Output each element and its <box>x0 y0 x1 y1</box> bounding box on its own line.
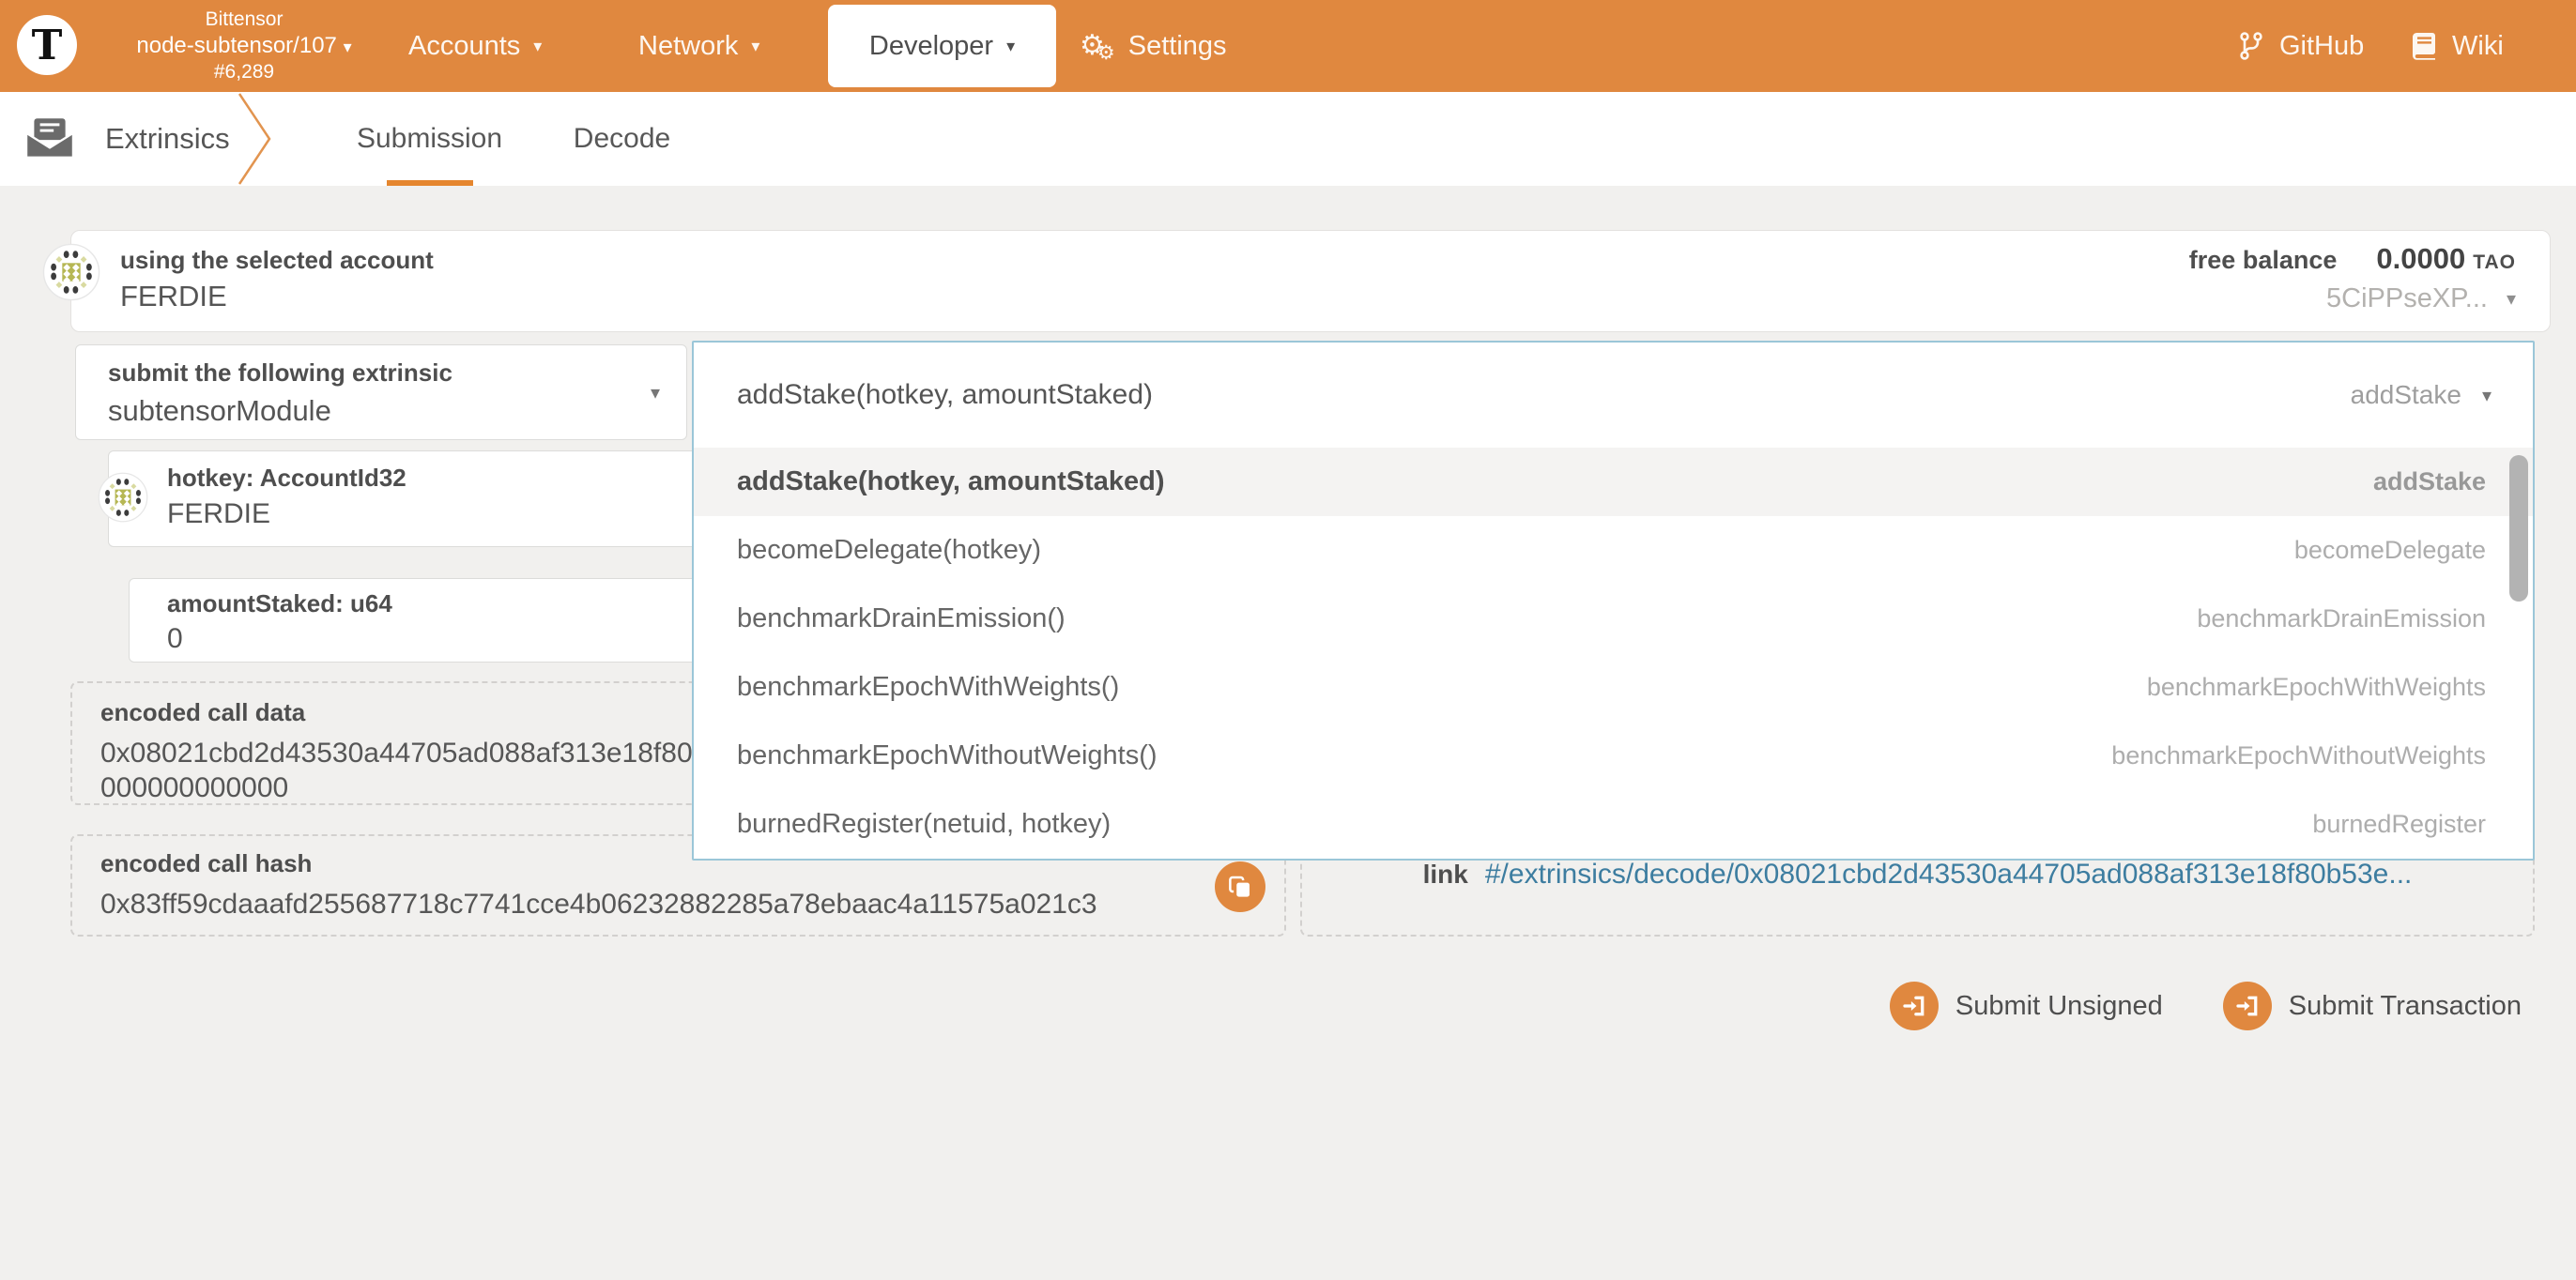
method-option-addStake[interactable]: addStake(hotkey, amountStaked) addStake <box>694 448 2533 516</box>
account-dropdown[interactable]: free balance 0.0000 TAO 5CiPPseXP... ▾ <box>2189 242 2516 314</box>
selected-account-name: FERDIE <box>120 280 227 313</box>
tab-submission[interactable]: Submission <box>347 92 512 186</box>
nav-accounts-label: Accounts <box>408 31 520 62</box>
tab-bar: Extrinsics Submission Decode <box>0 92 2576 186</box>
tab-decode[interactable]: Decode <box>559 92 685 186</box>
nav-settings-label: Settings <box>1128 31 1227 62</box>
method-signature: addStake(hotkey, amountStaked) <box>737 466 1165 497</box>
hotkey-param-value: FERDIE <box>167 498 270 530</box>
amount-staked-value: 0 <box>167 623 183 655</box>
chevron-down-icon: ▾ <box>2507 287 2516 311</box>
wiki-label: Wiki <box>2452 31 2504 62</box>
extrinsics-page: Τ Bittensor node-subtensor/107 ▾ #6,289 … <box>0 0 2576 1280</box>
chevron-down-icon: ▾ <box>533 37 542 56</box>
method-signature: becomeDelegate(hotkey) <box>737 535 1041 566</box>
extrinsics-envelope-icon <box>24 115 75 160</box>
method-signature: benchmarkEpochWithWeights() <box>737 672 1119 703</box>
top-nav-bar: Τ Bittensor node-subtensor/107 ▾ #6,289 … <box>0 0 2576 92</box>
chevron-down-icon: ▾ <box>651 345 660 439</box>
gear-icon: ⚙⚙ <box>1080 29 1115 64</box>
account-address-short: 5CiPPseXP... <box>2326 283 2488 314</box>
block-number: #6,289 <box>86 60 402 84</box>
free-balance-value: 0.0000 <box>2376 242 2465 275</box>
free-balance-label: free balance <box>2189 246 2338 275</box>
dropdown-scrollbar[interactable] <box>2509 455 2528 602</box>
method-name: addStake <box>2373 467 2486 496</box>
encoded-call-hash-value: 0x83ff59cdaaafd255687718c7741cce4b062328… <box>100 887 1284 922</box>
chevron-down-icon: ▾ <box>344 38 352 56</box>
method-option-benchmarkDrainEmission[interactable]: benchmarkDrainEmission() benchmarkDrainE… <box>694 585 2533 653</box>
chevron-down-icon: ▾ <box>1006 37 1015 56</box>
copy-icon <box>1226 873 1254 901</box>
submit-unsigned-button[interactable]: Submit Unsigned <box>1890 982 2163 1030</box>
method-option-burnedRegister[interactable]: burnedRegister(netuid, hotkey) burnedReg… <box>694 790 2533 859</box>
nav-item-accounts[interactable]: Accounts ▾ <box>408 0 542 92</box>
wiki-link[interactable]: Wiki <box>2409 0 2504 92</box>
method-name: burnedRegister <box>2312 810 2486 839</box>
github-link[interactable]: GitHub <box>2236 0 2364 92</box>
method-select-dropdown: addStake(hotkey, amountStaked) addStake … <box>692 341 2535 861</box>
method-option-benchmarkEpochWithoutWeights[interactable]: benchmarkEpochWithoutWeights() benchmark… <box>694 722 2533 790</box>
book-icon <box>2409 31 2439 61</box>
nav-network-label: Network <box>638 31 738 62</box>
app-logo[interactable]: Τ <box>17 15 77 75</box>
tab-decode-label: Decode <box>574 123 670 155</box>
sign-in-icon <box>1890 982 1939 1030</box>
extrinsic-module-label: submit the following extrinsic <box>108 358 452 388</box>
git-branch-icon <box>2236 31 2266 61</box>
tab-submission-label: Submission <box>357 123 502 155</box>
sign-in-icon <box>2223 982 2272 1030</box>
nav-item-network[interactable]: Network ▾ <box>638 0 759 92</box>
submit-transaction-button[interactable]: Submit Transaction <box>2223 982 2522 1030</box>
github-label: GitHub <box>2279 31 2364 62</box>
method-name: benchmarkDrainEmission <box>2197 604 2486 633</box>
chevron-down-icon: ▾ <box>751 37 759 56</box>
method-option-list: addStake(hotkey, amountStaked) addStake … <box>694 448 2533 859</box>
amount-staked-label: amountStaked: u64 <box>167 589 392 618</box>
method-option-benchmarkEpochWithWeights[interactable]: benchmarkEpochWithWeights() benchmarkEpo… <box>694 653 2533 722</box>
copy-hash-button[interactable] <box>1215 861 1265 912</box>
selected-account-label: using the selected account <box>120 246 434 275</box>
link-label: link <box>1423 857 1468 892</box>
account-identicon[interactable] <box>42 243 100 306</box>
chain-name: Bittensor <box>86 8 402 32</box>
nav-item-settings[interactable]: ⚙⚙ Settings <box>1080 0 1227 92</box>
logo-letter: Τ <box>32 22 63 69</box>
chain-selector[interactable]: Bittensor node-subtensor/107 ▾ #6,289 <box>86 8 402 85</box>
page-title: Extrinsics <box>105 92 230 186</box>
hotkey-param-label: hotkey: AccountId32 <box>167 464 406 493</box>
chevron-down-icon: ▾ <box>2482 384 2492 407</box>
method-name: benchmarkEpochWithWeights <box>2147 673 2486 702</box>
method-input-value: addStake(hotkey, amountStaked) <box>737 379 1153 411</box>
method-name: benchmarkEpochWithoutWeights <box>2111 741 2486 770</box>
node-name: node-subtensor/107 <box>136 33 337 58</box>
extrinsic-module-select[interactable]: submit the following extrinsic subtensor… <box>75 344 687 440</box>
selected-account-card: using the selected account FERDIE free b… <box>70 230 2551 332</box>
method-signature: benchmarkDrainEmission() <box>737 603 1066 634</box>
breadcrumb-chevron <box>235 92 276 186</box>
nav-developer-label: Developer <box>869 31 993 62</box>
method-option-becomeDelegate[interactable]: becomeDelegate(hotkey) becomeDelegate <box>694 516 2533 585</box>
submit-unsigned-label: Submit Unsigned <box>1955 991 2163 1022</box>
hotkey-identicon[interactable] <box>98 472 148 527</box>
nav-item-developer[interactable]: Developer ▾ <box>828 5 1056 87</box>
method-signature: benchmarkEpochWithoutWeights() <box>737 740 1158 771</box>
method-short-name: addStake <box>2351 380 2461 410</box>
method-name: becomeDelegate <box>2294 536 2486 565</box>
submit-transaction-label: Submit Transaction <box>2289 991 2522 1022</box>
submit-actions: Submit Unsigned Submit Transaction <box>1890 982 2522 1030</box>
method-signature: burnedRegister(netuid, hotkey) <box>737 809 1111 840</box>
balance-unit: TAO <box>2473 251 2516 273</box>
extrinsic-module-value: subtensorModule <box>108 394 331 428</box>
decode-link[interactable]: #/extrinsics/decode/0x08021cbd2d43530a44… <box>1485 857 2413 892</box>
method-select-input[interactable]: addStake(hotkey, amountStaked) addStake … <box>694 343 2533 448</box>
